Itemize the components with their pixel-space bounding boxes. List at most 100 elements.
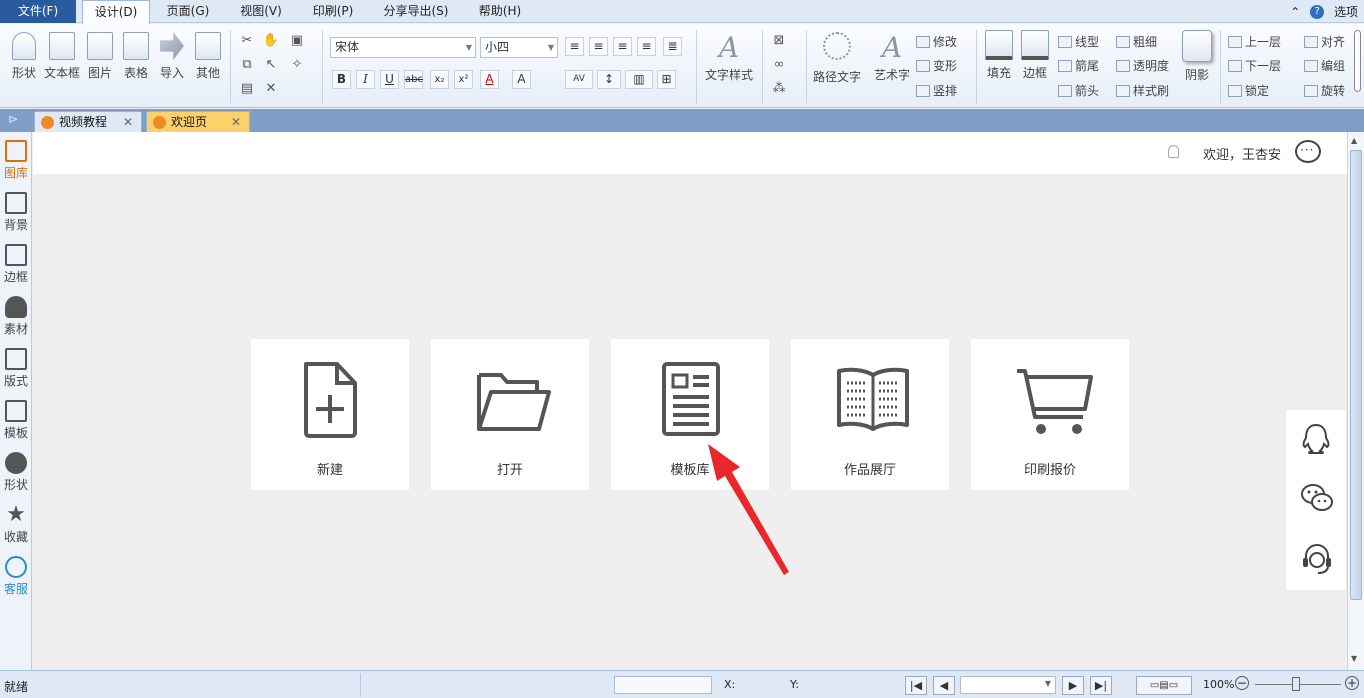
menu-view[interactable]: 视图(V) bbox=[230, 0, 292, 23]
art-vertical-button[interactable]: 竖排 bbox=[916, 82, 957, 99]
menu-design[interactable]: 设计(D) bbox=[82, 0, 150, 24]
expand-panel-icon[interactable]: ⊳ bbox=[8, 112, 18, 126]
qq-icon[interactable] bbox=[1300, 422, 1332, 456]
options-button[interactable]: 选项 bbox=[1334, 3, 1358, 20]
gallery-showcase-card[interactable]: 作品展厅 bbox=[791, 339, 949, 490]
panel-gallery[interactable]: 图库 bbox=[0, 140, 32, 181]
close-icon[interactable]: ✕ bbox=[123, 112, 133, 132]
question-icon[interactable]: ? bbox=[1310, 4, 1325, 19]
italic-button[interactable]: I bbox=[356, 70, 375, 89]
align-left-icon[interactable]: ≡ bbox=[565, 37, 584, 56]
close-icon[interactable]: ✕ bbox=[231, 112, 241, 132]
delete-x-icon[interactable]: ✕ bbox=[262, 80, 280, 98]
strikethrough-button[interactable]: abc bbox=[404, 70, 423, 89]
panel-background[interactable]: 背景 bbox=[0, 192, 32, 233]
view-mode-icon[interactable]: ▭▤▭ bbox=[1136, 676, 1192, 695]
open-card[interactable]: 打开 bbox=[431, 339, 589, 490]
menu-page[interactable]: 页面(G) bbox=[158, 0, 218, 23]
justify-icon[interactable]: ≡ bbox=[637, 37, 656, 56]
table-button[interactable]: 表格 bbox=[120, 32, 152, 81]
scroll-up-icon[interactable]: ▲ bbox=[1351, 136, 1357, 145]
zoom-in-icon[interactable]: + bbox=[1345, 676, 1359, 690]
align-center-icon[interactable]: ≡ bbox=[589, 37, 608, 56]
unlink-icon[interactable]: ⁂ bbox=[770, 80, 788, 98]
format-painter-button[interactable]: 样式刷 bbox=[1116, 82, 1169, 99]
send-backward-button[interactable]: 下一层 bbox=[1228, 57, 1281, 74]
rotate-button[interactable]: 旋转 bbox=[1304, 82, 1345, 99]
align-right-icon[interactable]: ≡ bbox=[613, 37, 632, 56]
panel-material[interactable]: 素材 bbox=[0, 296, 32, 337]
message-icon[interactable] bbox=[1295, 140, 1321, 163]
group-button[interactable]: 编组 bbox=[1304, 57, 1345, 74]
border-button[interactable]: 边框 bbox=[1018, 30, 1052, 81]
first-page-icon[interactable]: |◀ bbox=[905, 676, 927, 695]
import-button[interactable]: 导入 bbox=[156, 32, 188, 81]
next-page-icon[interactable]: ▶ bbox=[1062, 676, 1084, 695]
print-quote-card[interactable]: 印刷报价 bbox=[971, 339, 1129, 490]
menu-help[interactable]: 帮助(H) bbox=[470, 0, 530, 23]
textbox-button[interactable]: 文本框 bbox=[44, 32, 80, 81]
font-color-button[interactable]: A bbox=[480, 70, 499, 89]
bold-button[interactable]: B bbox=[332, 70, 351, 89]
art-text-button[interactable]: A 艺术字 bbox=[870, 30, 914, 83]
distribute-icon[interactable]: ≣ bbox=[663, 37, 682, 56]
superscript-button[interactable]: x² bbox=[454, 70, 473, 89]
shape-button[interactable]: 形状 bbox=[8, 32, 40, 81]
underline-button[interactable]: U bbox=[380, 70, 399, 89]
bring-forward-button[interactable]: 上一层 bbox=[1228, 33, 1281, 50]
customer-service-headset-icon[interactable] bbox=[1300, 542, 1334, 576]
wechat-icon[interactable] bbox=[1300, 482, 1334, 514]
template-library-card[interactable]: 模板库 bbox=[611, 339, 769, 490]
image-edit-icon[interactable]: ⊠ bbox=[770, 32, 788, 50]
page-select[interactable]: ▼ bbox=[960, 676, 1056, 694]
cut-icon[interactable]: ✂ bbox=[238, 32, 256, 50]
zoom-out-icon[interactable]: − bbox=[1235, 676, 1249, 690]
arrow-tail-button[interactable]: 箭尾 bbox=[1058, 57, 1099, 74]
scroll-thumb[interactable] bbox=[1350, 150, 1362, 600]
panel-layout[interactable]: 版式 bbox=[0, 348, 32, 389]
zoom-slider-thumb[interactable] bbox=[1292, 677, 1300, 691]
menu-share-export[interactable]: 分享导出(S) bbox=[374, 0, 458, 23]
font-size-select[interactable]: 小四 ▼ bbox=[480, 37, 558, 58]
lock-button[interactable]: 锁定 bbox=[1228, 82, 1269, 99]
shadow-button[interactable]: 阴影 bbox=[1180, 30, 1214, 83]
art-modify-button[interactable]: 修改 bbox=[916, 33, 957, 50]
last-page-icon[interactable]: ▶| bbox=[1090, 676, 1112, 695]
text-frame-icon[interactable]: ⊞ bbox=[657, 70, 676, 89]
columns-icon[interactable]: ▥ bbox=[625, 70, 653, 89]
font-name-select[interactable]: 宋体 ▼ bbox=[330, 37, 476, 58]
ribbon-scroll-slider[interactable] bbox=[1354, 30, 1361, 92]
arrow-head-button[interactable]: 箭头 bbox=[1058, 82, 1099, 99]
panel-template[interactable]: 模板 bbox=[0, 400, 32, 441]
link-icon[interactable]: ∞ bbox=[770, 56, 788, 74]
path-text-button[interactable]: 路径文字 bbox=[810, 30, 864, 85]
fill-button[interactable]: 填充 bbox=[982, 30, 1016, 81]
scroll-down-icon[interactable]: ▼ bbox=[1351, 654, 1357, 663]
copy-icon[interactable]: ⧉ bbox=[238, 56, 256, 74]
align-button[interactable]: 对齐 bbox=[1304, 33, 1345, 50]
vertical-scrollbar[interactable]: ▲ ▼ bbox=[1347, 132, 1364, 670]
other-button[interactable]: 其他 bbox=[192, 32, 224, 81]
line-type-button[interactable]: 线型 bbox=[1058, 33, 1099, 50]
image-button[interactable]: 图片 bbox=[84, 32, 116, 81]
panel-border[interactable]: 边框 bbox=[0, 244, 32, 285]
new-card[interactable]: 新建 bbox=[251, 339, 409, 490]
magic-wand-icon[interactable]: ✧ bbox=[288, 56, 306, 74]
prev-page-icon[interactable]: ◀ bbox=[933, 676, 955, 695]
art-warp-button[interactable]: 变形 bbox=[916, 57, 957, 74]
collapse-ribbon-icon[interactable]: ⌃ bbox=[1290, 5, 1300, 19]
char-scale-button[interactable]: A bbox=[512, 70, 531, 89]
transparency-button[interactable]: 透明度 bbox=[1116, 57, 1169, 74]
menu-file[interactable]: 文件(F) bbox=[0, 0, 76, 23]
hand-icon[interactable]: ✋ bbox=[262, 32, 280, 50]
text-style-button[interactable]: A 文字样式 bbox=[700, 30, 758, 83]
subscript-button[interactable]: x₂ bbox=[430, 70, 449, 89]
select-pointer-icon[interactable]: ↖ bbox=[262, 56, 280, 74]
paste-icon[interactable]: ▤ bbox=[238, 80, 256, 98]
line-spacing-icon[interactable]: ↕ bbox=[597, 70, 621, 89]
tab-welcome[interactable]: 欢迎页 ✕ bbox=[146, 111, 250, 132]
picture-tool-icon[interactable]: ▣ bbox=[288, 32, 306, 50]
tab-video-tutorial[interactable]: 视频教程 ✕ bbox=[34, 111, 142, 132]
panel-shape[interactable]: 形状 bbox=[0, 452, 32, 493]
thickness-button[interactable]: 粗细 bbox=[1116, 33, 1157, 50]
